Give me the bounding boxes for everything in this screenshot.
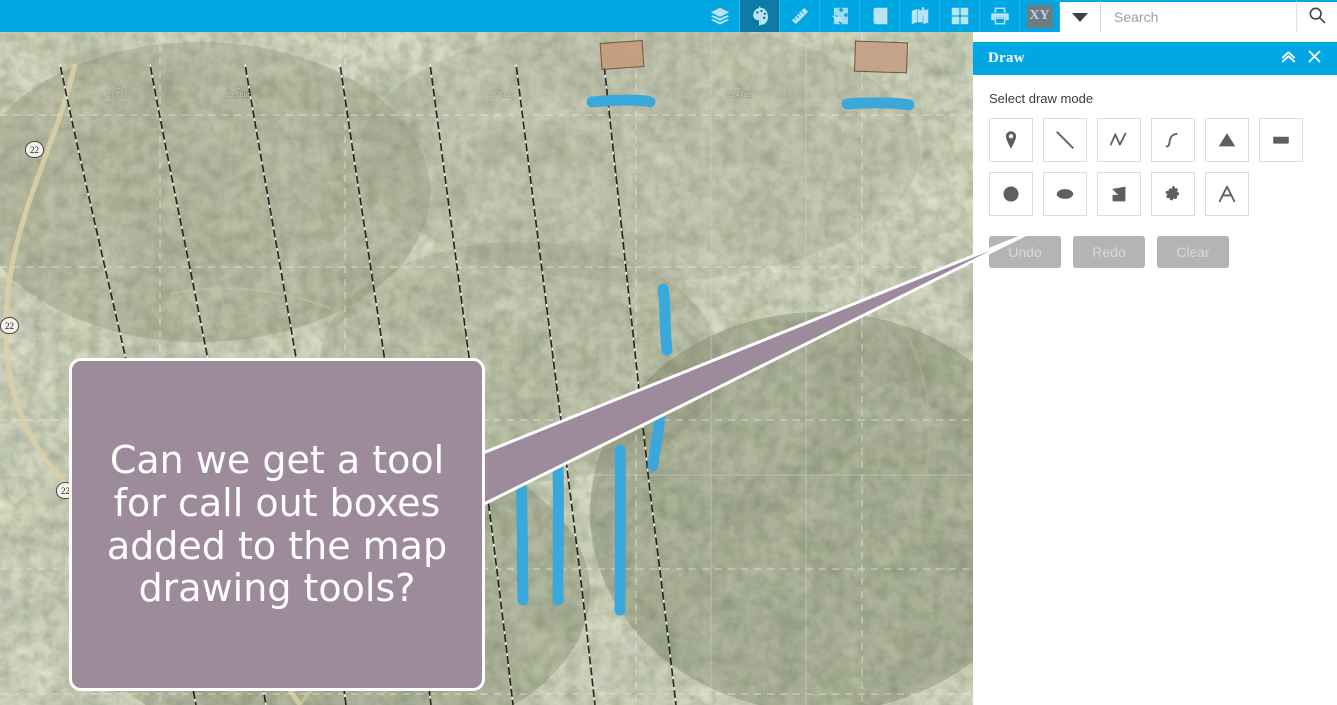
draw-mode-freehand-line-button[interactable] [1151,118,1195,162]
redo-button[interactable]: Redo [1073,236,1145,268]
text-icon [1216,183,1238,205]
search-input[interactable] [1101,8,1296,26]
top-toolbar: XY [0,0,1337,32]
map-viewport[interactable]: 22 22 22 2 39.77ac 1 39.88ac 3 39.74ac 1 39.… [0,32,973,705]
draw-mode-ellipse-button[interactable] [1043,172,1087,216]
undo-button[interactable]: Undo [989,236,1061,268]
print-button[interactable] [980,0,1020,32]
draw-palette-icon [749,5,771,27]
toolbar-overflow-button[interactable] [1060,0,1100,32]
layers-button[interactable] [700,0,740,32]
xy-coordinate-icon: XY [1026,4,1053,28]
search-box[interactable] [1100,0,1296,32]
bookmark-icon [869,5,891,27]
draw-mode-triangle-button[interactable] [1205,118,1249,162]
draw-mode-point-button[interactable] [989,118,1033,162]
draw-mode-polyline-button[interactable] [1097,118,1141,162]
draw-panel: Draw Select draw mode Undo Redo Clear [973,42,1337,705]
select-draw-mode-label: Select draw mode [989,91,1094,106]
freehand-polygon-icon [1162,183,1184,205]
circle-icon [1000,183,1022,205]
application-window: XY Search 22 22 22 2 39.77ac 1 39.88ac 3… [0,0,1337,705]
chevron-down-icon [1072,12,1088,22]
draw-mode-freehand-polygon-button[interactable] [1151,172,1195,216]
search-icon [1307,5,1327,30]
triangle-icon [1216,129,1238,151]
draw-actions: Undo Redo Clear [989,236,1321,268]
route-shield-22-c: 22 [56,482,75,499]
search-submit-button[interactable] [1296,0,1337,32]
line-icon [1054,129,1076,151]
ellipse-icon [1054,183,1076,205]
polyline-icon [1108,129,1130,151]
bookmark-button[interactable] [860,0,900,32]
select-button[interactable] [820,0,860,32]
draw-mode-polygon-button[interactable] [1097,172,1141,216]
clear-button[interactable]: Clear [1157,236,1229,268]
close-button[interactable] [1301,46,1327,72]
select-arrow-icon [829,5,851,27]
close-icon [1307,49,1322,68]
route-shield-22-a: 22 [25,141,44,158]
map-imagery [0,32,973,705]
measure-button[interactable] [780,0,820,32]
print-icon [989,5,1011,27]
basemap-button[interactable] [940,0,980,32]
draw-mode-circle-button[interactable] [989,172,1033,216]
draw-mode-text-button[interactable] [1205,172,1249,216]
draw-panel-title: Draw [988,50,1025,66]
add-data-button[interactable] [900,0,940,32]
draw-tool-button[interactable] [740,0,780,32]
layers-icon [709,5,731,27]
map-pin-icon [1000,129,1022,151]
draw-panel-body: Select draw mode Undo Redo Clear [973,75,1337,268]
chevrons-up-icon [1280,48,1297,69]
draw-mode-grid [989,118,1319,216]
xy-coordinate-button[interactable]: XY [1020,0,1060,32]
rectangle-icon [1270,129,1292,151]
draw-mode-line-button[interactable] [1043,118,1087,162]
add-data-icon [909,5,931,27]
draw-mode-rectangle-button[interactable] [1259,118,1303,162]
route-shield-22-b: 22 [0,317,19,334]
draw-panel-header: Draw [973,42,1337,75]
freehand-polyline-icon [1162,129,1184,151]
polygon-icon [1108,183,1130,205]
basemap-grid-icon [949,5,971,27]
collapse-button[interactable] [1275,46,1301,72]
ruler-icon [789,5,811,27]
